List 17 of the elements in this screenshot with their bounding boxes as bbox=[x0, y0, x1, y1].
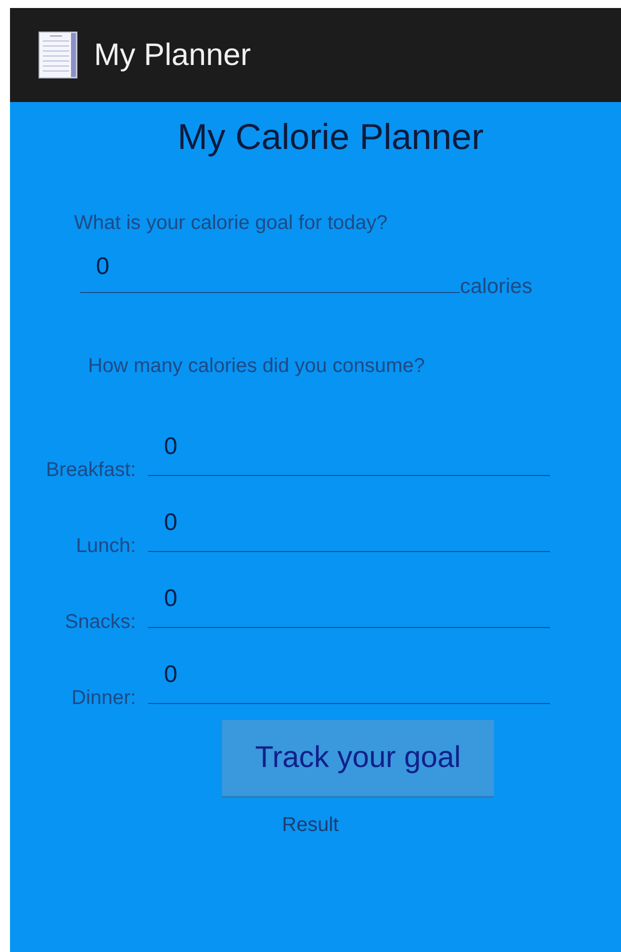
page-heading: My Calorie Planner bbox=[176, 116, 485, 158]
goal-question: What is your calorie goal for today? bbox=[74, 212, 388, 235]
meal-label: Lunch: bbox=[74, 535, 136, 558]
app-title: My Planner bbox=[94, 37, 251, 73]
notepad-icon bbox=[38, 31, 78, 79]
track-goal-button[interactable]: Track your goal bbox=[222, 720, 494, 798]
consumed-question: How many calories did you consume? bbox=[88, 355, 426, 378]
result-text: Result bbox=[282, 814, 340, 837]
meal-input-field[interactable]: 0 bbox=[148, 502, 550, 552]
meal-input-field[interactable]: 0 bbox=[148, 578, 550, 628]
meal-label: Snacks: bbox=[64, 611, 136, 634]
meal-label: Dinner: bbox=[70, 687, 136, 710]
meal-label: Breakfast: bbox=[44, 459, 136, 482]
unit-label: calories bbox=[460, 275, 532, 299]
goal-input-field[interactable]: 0 bbox=[80, 249, 460, 293]
meal-input-field[interactable]: 0 bbox=[148, 654, 550, 704]
meal-input-field[interactable]: 0 bbox=[148, 426, 550, 476]
